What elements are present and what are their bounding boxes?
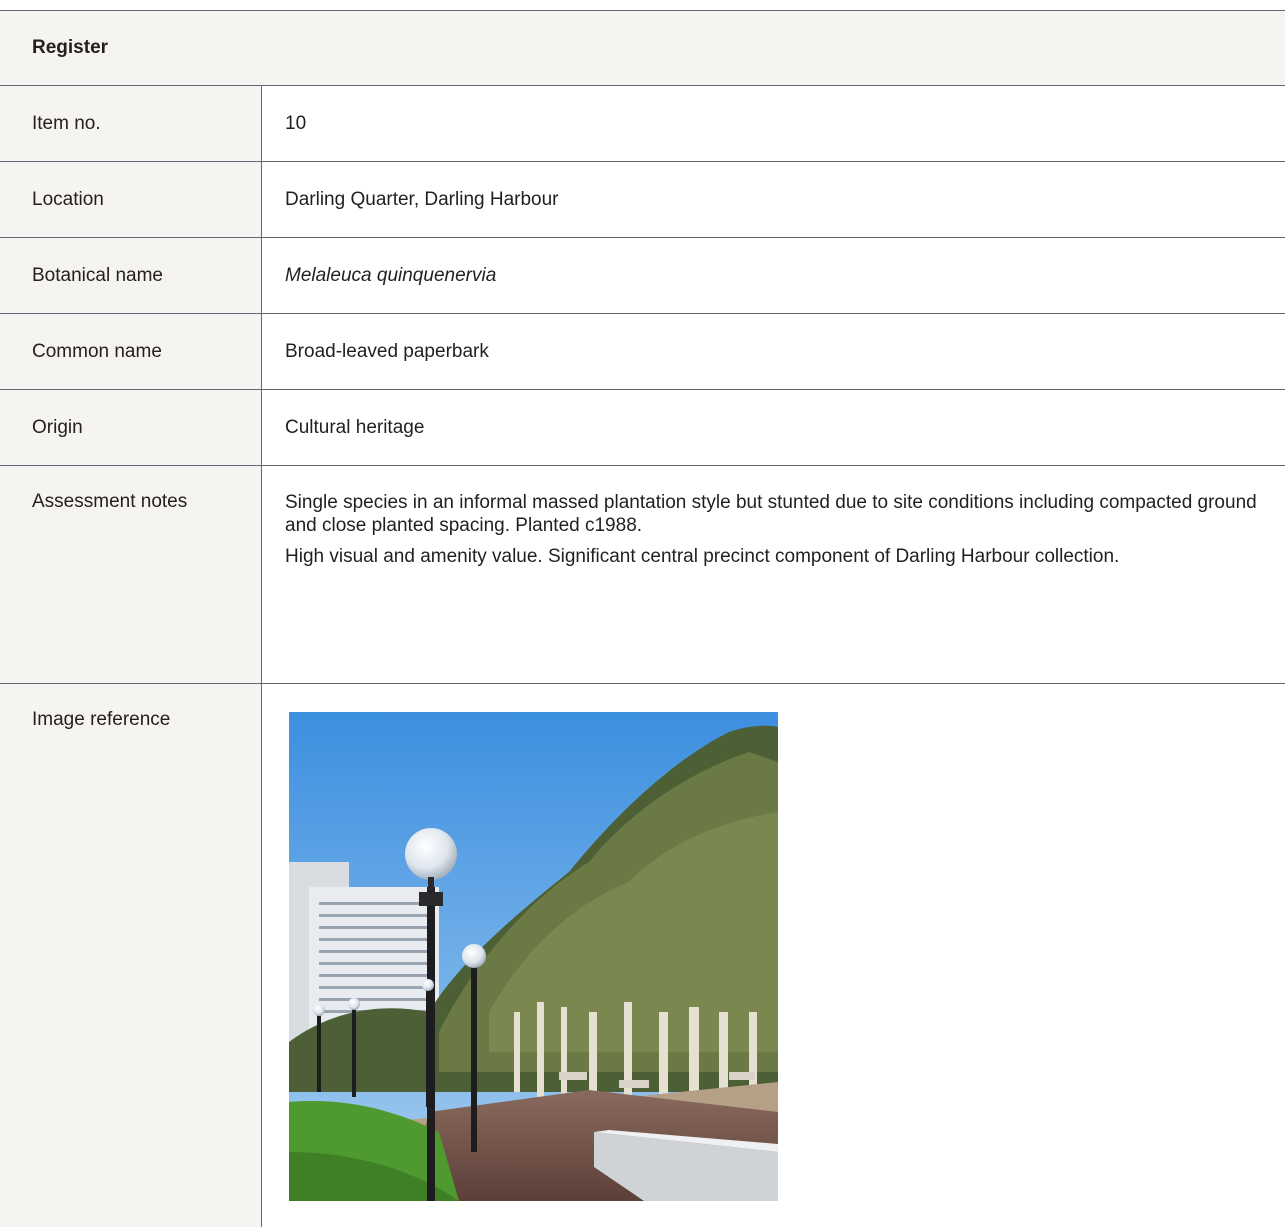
location-value: Darling Quarter, Darling Harbour bbox=[285, 188, 559, 210]
row-location: Location Darling Quarter, Darling Harbou… bbox=[0, 162, 1285, 238]
assessment-notes-paragraph: Single species in an informal massed pla… bbox=[285, 492, 1257, 536]
row-item-no: Item no. 10 bbox=[0, 86, 1285, 162]
image-reference-label: Image reference bbox=[0, 684, 262, 1227]
assessment-notes-paragraph: High visual and amenity value. Significa… bbox=[285, 546, 1120, 567]
register-sheet: Register Item no. 10 Location Darling Qu… bbox=[0, 10, 1285, 1227]
origin-value: Cultural heritage bbox=[285, 416, 425, 438]
botanical-name-label: Botanical name bbox=[0, 238, 262, 313]
location-label: Location bbox=[0, 162, 262, 237]
item-no-value: 10 bbox=[285, 112, 307, 134]
row-image-reference: Image reference bbox=[0, 684, 1285, 1227]
row-botanical-name: Botanical name Melaleuca quinquenervia bbox=[0, 238, 1285, 314]
tree-photo bbox=[289, 712, 778, 1201]
row-assessment-notes: Assessment notes Single species in an in… bbox=[0, 466, 1285, 684]
common-name-value: Broad-leaved paperbark bbox=[285, 340, 489, 362]
common-name-label: Common name bbox=[0, 314, 262, 389]
register-title: Register bbox=[32, 37, 109, 58]
item-no-label: Item no. bbox=[0, 86, 262, 161]
assessment-notes-value: Single species in an informal massed pla… bbox=[262, 466, 1285, 683]
origin-label: Origin bbox=[0, 390, 262, 465]
image-reference-value bbox=[262, 684, 1285, 1227]
assessment-notes-label: Assessment notes bbox=[0, 466, 262, 683]
row-origin: Origin Cultural heritage bbox=[0, 390, 1285, 466]
botanical-name-value: Melaleuca quinquenervia bbox=[285, 264, 497, 286]
register-header: Register bbox=[0, 10, 1285, 86]
row-common-name: Common name Broad-leaved paperbark bbox=[0, 314, 1285, 390]
